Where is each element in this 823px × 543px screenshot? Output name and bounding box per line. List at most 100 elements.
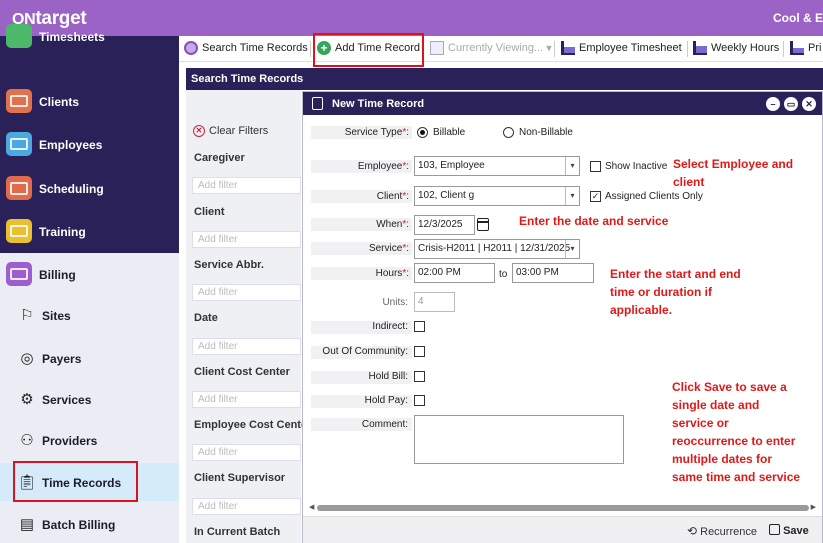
clients-folder-icon — [6, 89, 32, 113]
batch-billing-icon: ▤ — [19, 516, 35, 533]
sidebar-item-billing[interactable]: Billing — [0, 254, 179, 294]
recurrence-icon: ⟲ — [687, 524, 698, 538]
filter-input-client-cost-center[interactable]: Add filter — [192, 391, 301, 408]
annotation-start-end-time: Enter the start and end time or duration … — [610, 267, 741, 317]
sidebar-item-services[interactable]: ⚙ Services — [0, 382, 179, 416]
chevron-down-icon: ▾ — [565, 240, 579, 258]
employee-timesheet-button[interactable]: Employee Timesheet — [561, 41, 682, 57]
recurrence-button[interactable]: ⟲ Recurrence — [687, 524, 757, 538]
timesheets-icon — [6, 24, 32, 48]
employee-select[interactable]: 103, Employee ▾ — [414, 156, 580, 176]
currently-viewing-dropdown[interactable]: Currently Viewing... ▾ — [430, 41, 552, 57]
annotation-select-employee: Select Employee and client — [673, 157, 794, 189]
horizontal-scrollbar[interactable]: ◀ ▶ — [307, 503, 818, 513]
clipboard-icon — [312, 97, 323, 110]
sidebar-item-clients[interactable]: Clients — [0, 81, 179, 121]
billable-label: Billable — [433, 127, 466, 138]
calendar-icon — [6, 176, 32, 200]
filter-input-caregiver[interactable]: Add filter — [192, 177, 301, 194]
units-label: Units: — [382, 297, 408, 308]
out-of-community-label: Out Of Community: — [322, 346, 408, 357]
company-name[interactable]: Cool & E — [773, 11, 823, 25]
employee-label: Employee*: — [357, 161, 409, 172]
scroll-left-icon[interactable]: ◀ — [309, 503, 314, 511]
show-inactive-label: Show Inactive — [605, 161, 668, 172]
filter-label-employee-cost-center: Employee Cost Center — [194, 419, 312, 431]
dialog-header: New Time Record – ▭ ✕ — [303, 92, 822, 115]
save-button[interactable]: Save — [769, 524, 809, 537]
client-select[interactable]: 102, Client g ▾ — [414, 186, 580, 206]
weekly-hours-button[interactable]: Weekly Hours — [693, 41, 779, 57]
hours-label: Hours*: — [375, 268, 409, 279]
filter-input-client-supervisor[interactable]: Add filter — [192, 498, 301, 515]
service-type-label: Service Type*: — [344, 127, 409, 138]
providers-icon: ⚇ — [20, 432, 34, 449]
hold-pay-label: Hold Pay: — [364, 395, 408, 406]
clear-icon: ✕ — [193, 125, 205, 138]
scroll-right-icon[interactable]: ▶ — [811, 503, 816, 511]
payers-icon: ◎ — [20, 350, 34, 367]
hold-bill-checkbox[interactable] — [414, 371, 425, 382]
annotation-save-recurrence: Click Save to save a single date and servi… — [672, 380, 801, 484]
service-label: Service*: — [368, 243, 409, 254]
employees-folder-icon — [6, 132, 32, 156]
billable-radio[interactable] — [417, 127, 428, 138]
site-icon: ⚐ — [20, 307, 34, 324]
search-panel-title: Search Time Records — [186, 68, 823, 90]
filter-label-date: Date — [194, 312, 218, 324]
out-of-community-checkbox[interactable] — [414, 346, 425, 357]
sidebar-item-training[interactable]: Training — [0, 211, 179, 251]
non-billable-radio[interactable] — [503, 127, 514, 138]
filter-input-date[interactable]: Add filter — [192, 338, 301, 355]
hold-pay-checkbox[interactable] — [414, 395, 425, 406]
filter-input-service-abbr[interactable]: Add filter — [192, 284, 301, 301]
hold-bill-label: Hold Bill: — [368, 371, 408, 382]
sidebar-item-scheduling[interactable]: Scheduling — [0, 168, 179, 208]
print-button[interactable]: Pri — [790, 41, 821, 57]
hours-end-input[interactable]: 03:00 PM — [512, 263, 594, 283]
calendar-icon[interactable] — [477, 218, 489, 231]
sidebar-item-sites[interactable]: ⚐ Sites — [0, 298, 179, 332]
sidebar-item-employees[interactable]: Employees — [0, 124, 179, 164]
indirect-label: Indirect: — [372, 321, 408, 332]
toolbar: Search Time Records + Add Time Record Cur… — [179, 36, 823, 62]
annotation-date-service: Enter the date and service — [519, 214, 669, 228]
comment-textarea[interactable] — [414, 415, 624, 464]
sidebar-item-batch-billing[interactable]: ▤ Batch Billing — [0, 507, 179, 541]
bar-chart-icon — [561, 41, 575, 55]
hours-start-input[interactable]: 02:00 PM — [414, 263, 495, 283]
bar-chart-icon — [790, 41, 804, 55]
when-label: When*: — [376, 219, 409, 230]
sidebar-item-timesheets[interactable]: Timesheets — [0, 16, 179, 56]
indirect-checkbox[interactable] — [414, 321, 425, 332]
filter-label-in-current-batch: In Current Batch — [194, 526, 281, 538]
filter-input-client[interactable]: Add filter — [192, 231, 301, 248]
service-select[interactable]: Crisis-H2011 | H2011 | 12/31/2025 ▾ — [414, 239, 580, 259]
when-date-input[interactable]: 12/3/2025 — [414, 215, 475, 235]
assigned-clients-only-checkbox[interactable]: ✓ — [590, 191, 601, 202]
close-icon[interactable]: ✕ — [802, 97, 816, 111]
filter-label-caregiver: Caregiver — [194, 152, 245, 164]
chevron-down-icon: ▾ — [543, 42, 552, 55]
filter-label-service-abbr: Service Abbr. — [194, 259, 264, 271]
search-icon — [184, 41, 198, 55]
filter-input-employee-cost-center[interactable]: Add filter — [192, 444, 301, 461]
chevron-down-icon: ▾ — [565, 157, 579, 175]
clear-filters-button[interactable]: ✕ Clear Filters — [193, 125, 268, 138]
client-label: Client*: — [376, 191, 409, 202]
assigned-clients-only-label: Assigned Clients Only — [605, 191, 703, 202]
highlight-add-time-record — [313, 33, 424, 67]
minimize-icon[interactable]: – — [766, 97, 780, 111]
training-folder-icon — [6, 219, 32, 243]
sidebar-item-payers[interactable]: ◎ Payers — [0, 341, 179, 375]
maximize-icon[interactable]: ▭ — [784, 97, 798, 111]
units-input[interactable]: 4 — [414, 292, 455, 312]
non-billable-label: Non-Billable — [519, 127, 573, 138]
sidebar-item-providers[interactable]: ⚇ Providers — [0, 423, 179, 457]
dialog-title: New Time Record — [332, 98, 425, 110]
new-time-record-dialog: New Time Record – ▭ ✕ Service Type*: Bil… — [302, 91, 823, 543]
show-inactive-checkbox[interactable] — [590, 161, 601, 172]
window-icon — [430, 41, 444, 55]
search-time-records-button[interactable]: Search Time Records — [184, 41, 308, 57]
comment-label: Comment: — [361, 419, 408, 430]
